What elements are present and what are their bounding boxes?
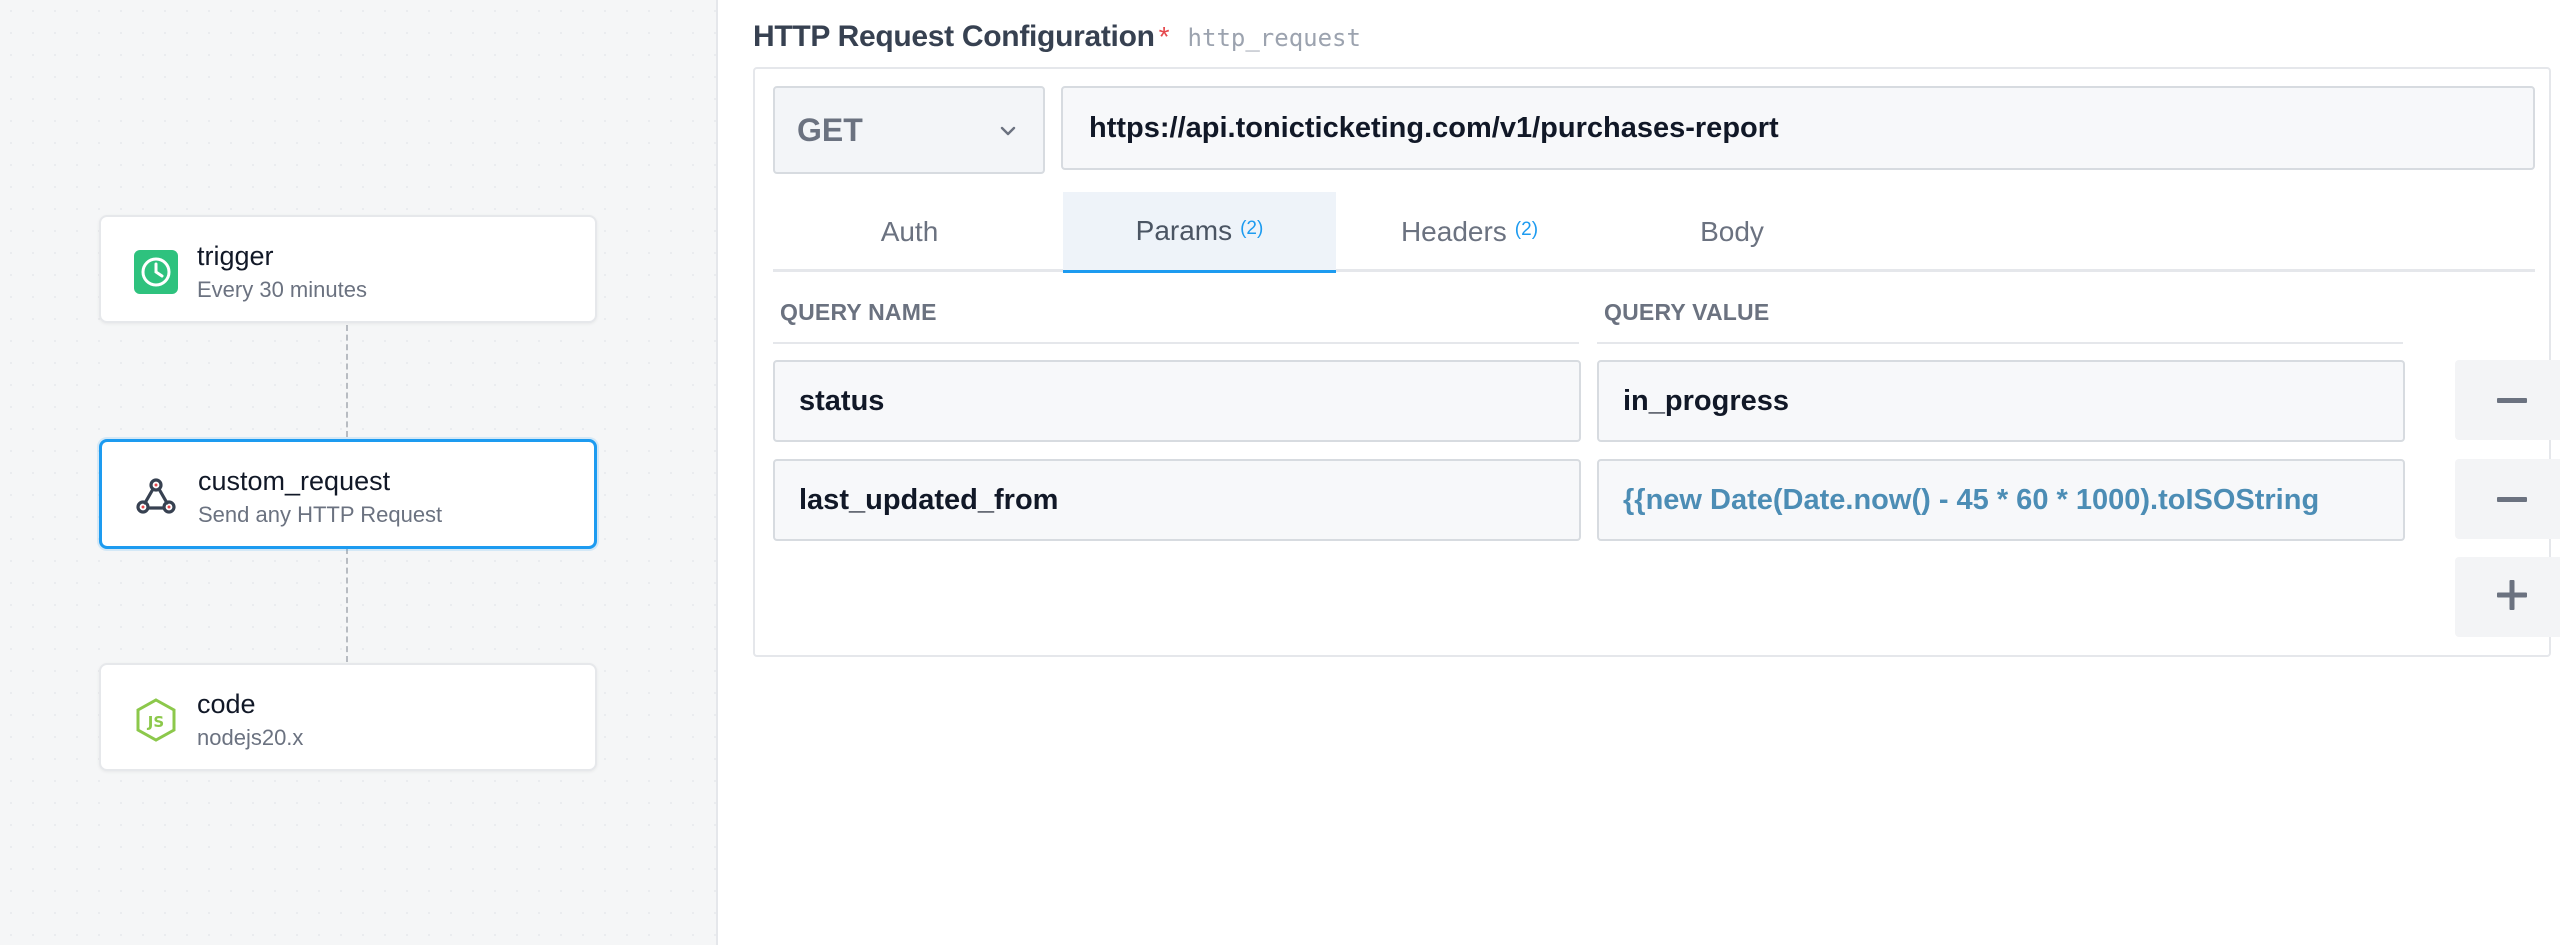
config-panel: HTTP Request Configuration * http_reques… — [718, 0, 2560, 945]
tab-label: Auth — [880, 216, 939, 247]
tab-label: Params — [1135, 215, 1233, 246]
required-marker: * — [1158, 21, 1170, 52]
nodejs-icon: JS — [134, 698, 178, 742]
tab-label: Headers — [1400, 216, 1507, 247]
tab-auth[interactable]: Auth — [773, 192, 1046, 272]
svg-text:JS: JS — [147, 713, 164, 731]
node-title: code — [197, 689, 256, 719]
flow-node-code[interactable]: JS code nodejs20.x — [99, 663, 597, 771]
tab-label: Body — [1700, 216, 1764, 247]
query-value-input[interactable]: {{new Date(Date.now() - 45 * 60 * 1000).… — [1597, 459, 2405, 541]
node-title: trigger — [197, 241, 274, 271]
minus-icon — [2497, 391, 2527, 409]
tab-headers[interactable]: Headers (2) — [1333, 192, 1606, 272]
method-select[interactable]: GET — [773, 86, 1045, 174]
config-title: HTTP Request Configuration — [753, 20, 1155, 53]
query-name-input[interactable]: last_updated_from — [773, 459, 1581, 541]
chevron-down-icon — [999, 122, 1017, 140]
node-subtitle: Every 30 minutes — [197, 277, 367, 302]
remove-param-button[interactable] — [2455, 360, 2560, 440]
query-name-input[interactable]: status — [773, 360, 1581, 442]
tab-count-badge: (2) — [1514, 219, 1539, 240]
url-input[interactable]: https://api.tonicticketing.com/v1/purcha… — [1061, 86, 2535, 170]
node-subtitle: nodejs20.x — [197, 725, 304, 750]
node-title: custom_request — [198, 466, 391, 496]
config-header: HTTP Request Configuration * http_reques… — [753, 20, 1361, 54]
tab-body[interactable]: Body — [1609, 192, 1855, 272]
clock-icon — [134, 250, 178, 294]
query-name-header: QUERY NAME — [773, 299, 1579, 344]
config-key: http_request — [1187, 24, 1361, 52]
node-connector — [346, 548, 348, 662]
minus-icon — [2497, 490, 2527, 508]
tab-count-badge: (2) — [1240, 218, 1264, 239]
flow-canvas[interactable]: trigger Every 30 minutes custom_request … — [0, 0, 718, 945]
query-value-header: QUERY VALUE — [1597, 299, 2403, 344]
request-tabs: Auth Params (2) Headers (2) Body — [773, 192, 2535, 273]
http-request-form: GET https://api.tonicticketing.com/v1/pu… — [753, 67, 2560, 657]
node-subtitle: Send any HTTP Request — [198, 502, 443, 527]
plus-icon — [2497, 579, 2527, 615]
method-value: GET — [797, 111, 863, 148]
webhook-icon — [134, 475, 178, 519]
query-value-input[interactable]: in_progress — [1597, 360, 2405, 442]
flow-node-trigger[interactable]: trigger Every 30 minutes — [99, 215, 597, 323]
remove-param-button[interactable] — [2455, 459, 2560, 539]
add-param-button[interactable] — [2455, 557, 2560, 637]
tab-params[interactable]: Params (2) — [1063, 192, 1336, 273]
flow-node-custom-request[interactable]: custom_request Send any HTTP Request — [99, 439, 597, 549]
node-connector — [346, 325, 348, 437]
app-root: trigger Every 30 minutes custom_request … — [0, 0, 2560, 945]
